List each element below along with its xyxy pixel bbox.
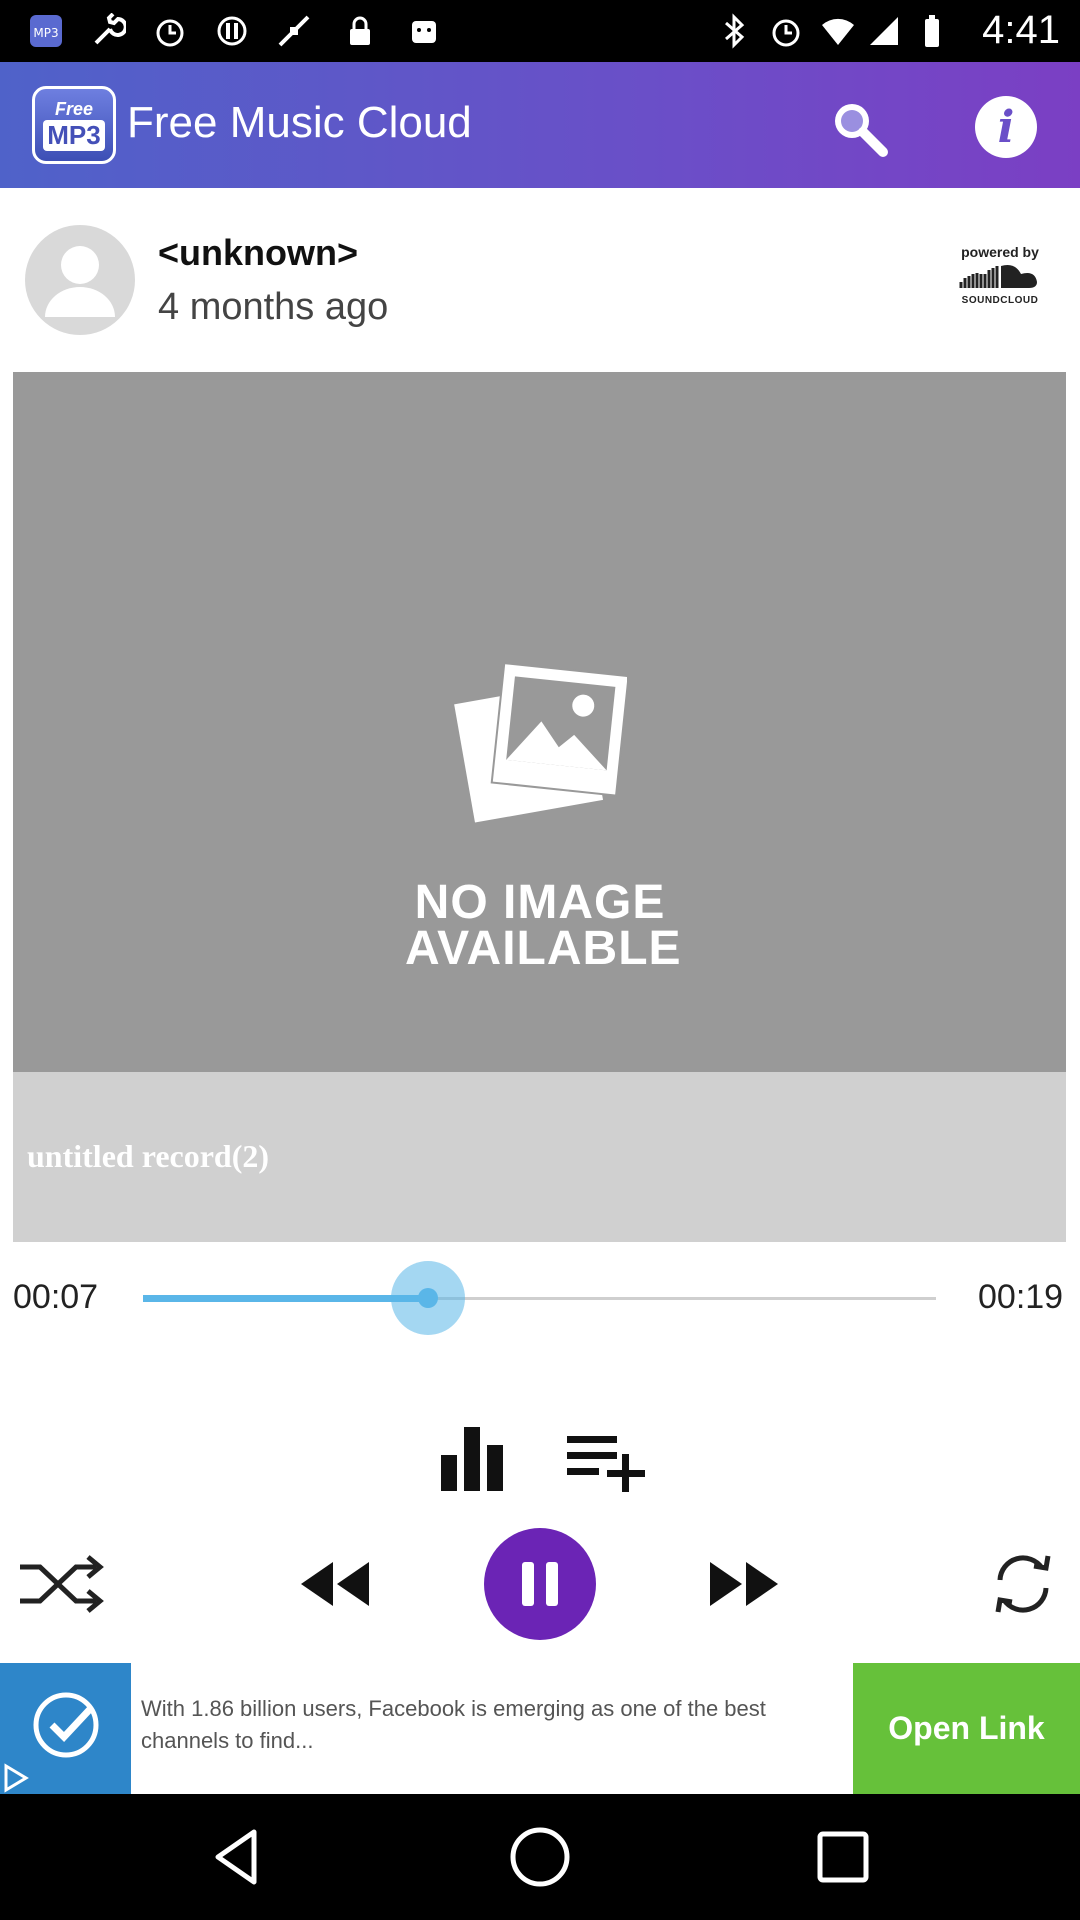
back-icon — [215, 1829, 257, 1885]
navigation-bar — [0, 1794, 1080, 1920]
home-icon — [510, 1827, 570, 1887]
home-button[interactable] — [507, 1824, 573, 1890]
info-button[interactable]: i — [975, 96, 1037, 158]
wifi-icon — [820, 13, 856, 49]
app-title: Free Music Cloud — [127, 98, 472, 147]
shuffle-icon — [20, 1555, 104, 1613]
no-image-text: NO IMAGE AVAILABLE — [405, 876, 682, 975]
ad-banner[interactable]: With 1.86 billion users, Facebook is eme… — [0, 1663, 1080, 1794]
rewind-button[interactable] — [297, 1560, 371, 1608]
alarm-icon — [152, 13, 188, 49]
uploader-name: <unknown> — [158, 232, 359, 273]
avatar-icon — [45, 246, 115, 317]
back-button[interactable] — [204, 1824, 270, 1890]
shuffle-button[interactable] — [18, 1553, 104, 1615]
fast-forward-button[interactable] — [708, 1560, 782, 1608]
alarm-status-icon — [768, 13, 804, 49]
recents-button[interactable] — [810, 1824, 876, 1890]
logo-mp3-text: MP3 — [43, 120, 105, 151]
status-bar: MP3 4:41 — [0, 0, 1080, 62]
soundcloud-cloud-icon — [959, 265, 1037, 288]
rewind-icon — [301, 1562, 369, 1606]
soundcloud-logo-icon[interactable]: powered by SOUNDCLOUD — [950, 244, 1050, 318]
ad-text: With 1.86 billion users, Facebook is eme… — [141, 1696, 766, 1753]
track-title: untitled record(2) — [27, 1138, 270, 1174]
wrench-icon — [90, 13, 126, 49]
seek-bar-progress — [143, 1295, 429, 1302]
svg-text:MP3: MP3 — [33, 26, 58, 40]
equalizer-button[interactable] — [437, 1425, 507, 1491]
fake-gps-icon — [276, 13, 312, 49]
powered-by-text: powered by — [961, 244, 1039, 260]
blocked-icon — [214, 13, 250, 49]
android-icon — [406, 13, 442, 49]
logo-free-text: Free — [54, 99, 94, 119]
open-link-button[interactable]: Open Link — [853, 1663, 1080, 1794]
seek-bar[interactable] — [143, 1261, 936, 1335]
add-to-playlist-icon — [567, 1436, 645, 1492]
elapsed-time: 00:07 — [13, 1278, 99, 1316]
pause-button[interactable] — [484, 1528, 596, 1640]
equalizer-icon — [441, 1427, 503, 1491]
add-to-playlist-button[interactable] — [565, 1430, 647, 1492]
repeat-icon — [995, 1555, 1051, 1613]
search-button[interactable] — [825, 94, 891, 160]
app-logo-icon: Free MP3 — [32, 86, 116, 164]
app-bar: Free MP3 Free Music Cloud i — [0, 62, 1080, 188]
soundcloud-text: SOUNDCLOUD — [961, 295, 1039, 306]
total-time: 00:19 — [978, 1278, 1064, 1316]
no-image-icon — [454, 662, 627, 823]
app-notification-icon: MP3 — [28, 13, 64, 49]
search-icon — [835, 104, 888, 157]
ad-check-icon — [0, 1663, 131, 1794]
signal-icon — [866, 13, 902, 49]
info-icon: i — [997, 101, 1015, 153]
fast-forward-icon — [710, 1562, 778, 1606]
posted-time: 4 months ago — [158, 286, 389, 328]
lock-icon — [342, 13, 378, 49]
status-time: 4:41 — [982, 8, 1060, 52]
avatar — [25, 225, 135, 335]
repeat-button[interactable] — [990, 1550, 1056, 1618]
recents-icon — [817, 1831, 869, 1883]
pause-icon — [522, 1562, 558, 1606]
seek-bar-thumb[interactable] — [391, 1261, 466, 1335]
bluetooth-icon — [716, 13, 752, 49]
battery-icon — [914, 13, 950, 49]
